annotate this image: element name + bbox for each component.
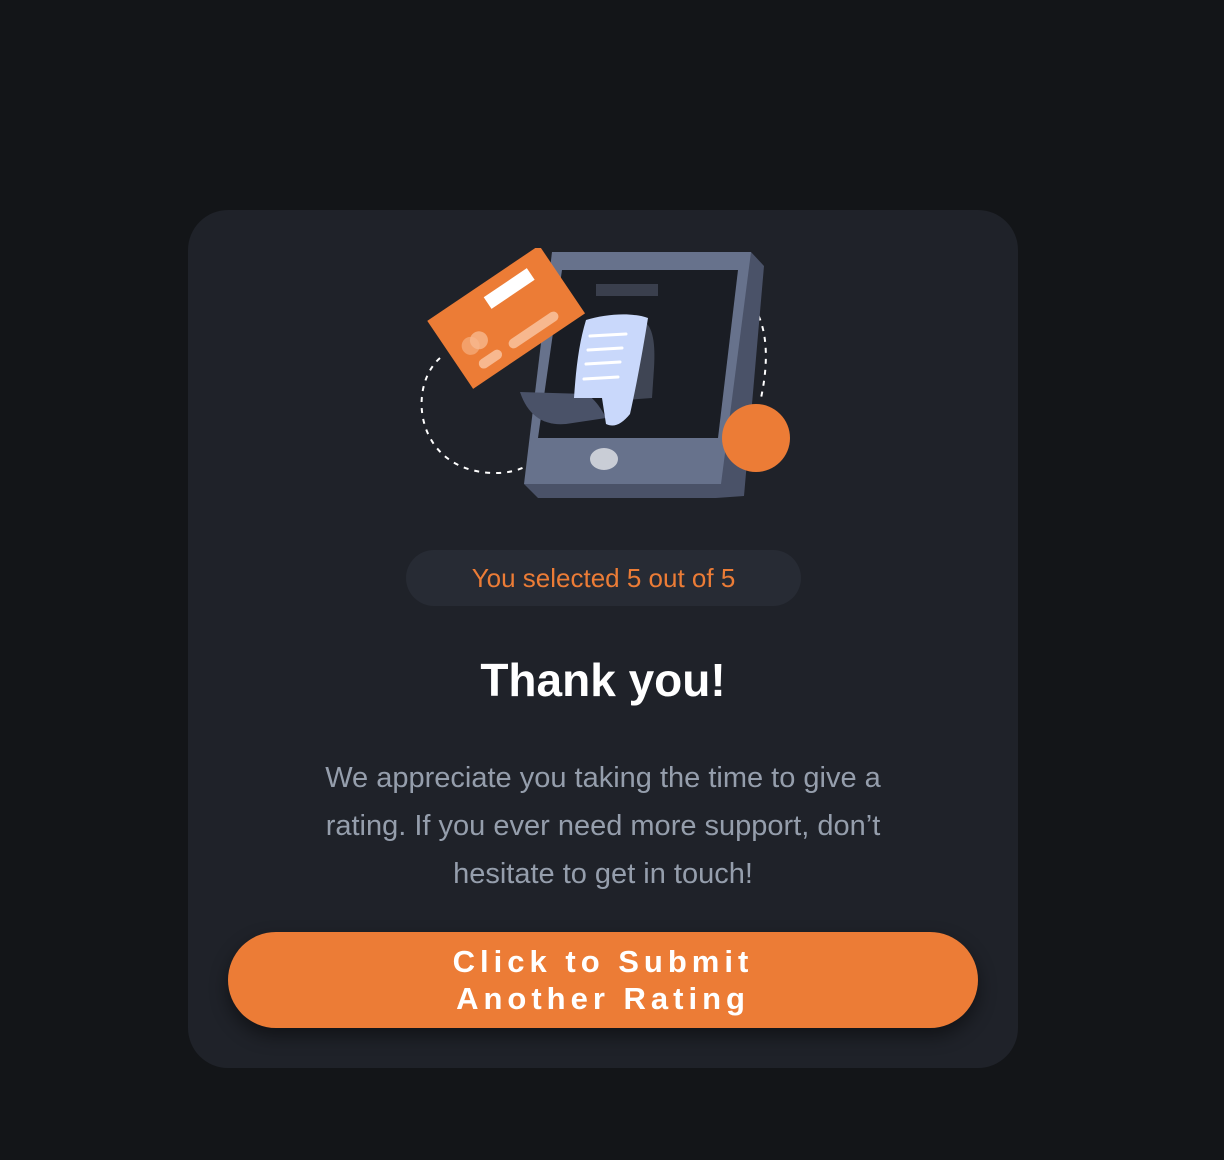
submit-button-label-line1: Click to Submit xyxy=(452,944,754,979)
thank-you-heading: Thank you! xyxy=(480,654,726,706)
submit-another-rating-button[interactable]: Click to Submit Another Rating xyxy=(228,932,978,1028)
phone-payment-illustration xyxy=(420,248,790,498)
thank-you-message: We appreciate you taking the time to giv… xyxy=(325,762,881,890)
submit-button-label-line2: Another Rating xyxy=(456,981,750,1016)
thank-you-card: You selected 5 out of 5 Thank you! We ap… xyxy=(188,210,1018,1068)
rating-selected-badge: You selected 5 out of 5 xyxy=(406,550,801,606)
